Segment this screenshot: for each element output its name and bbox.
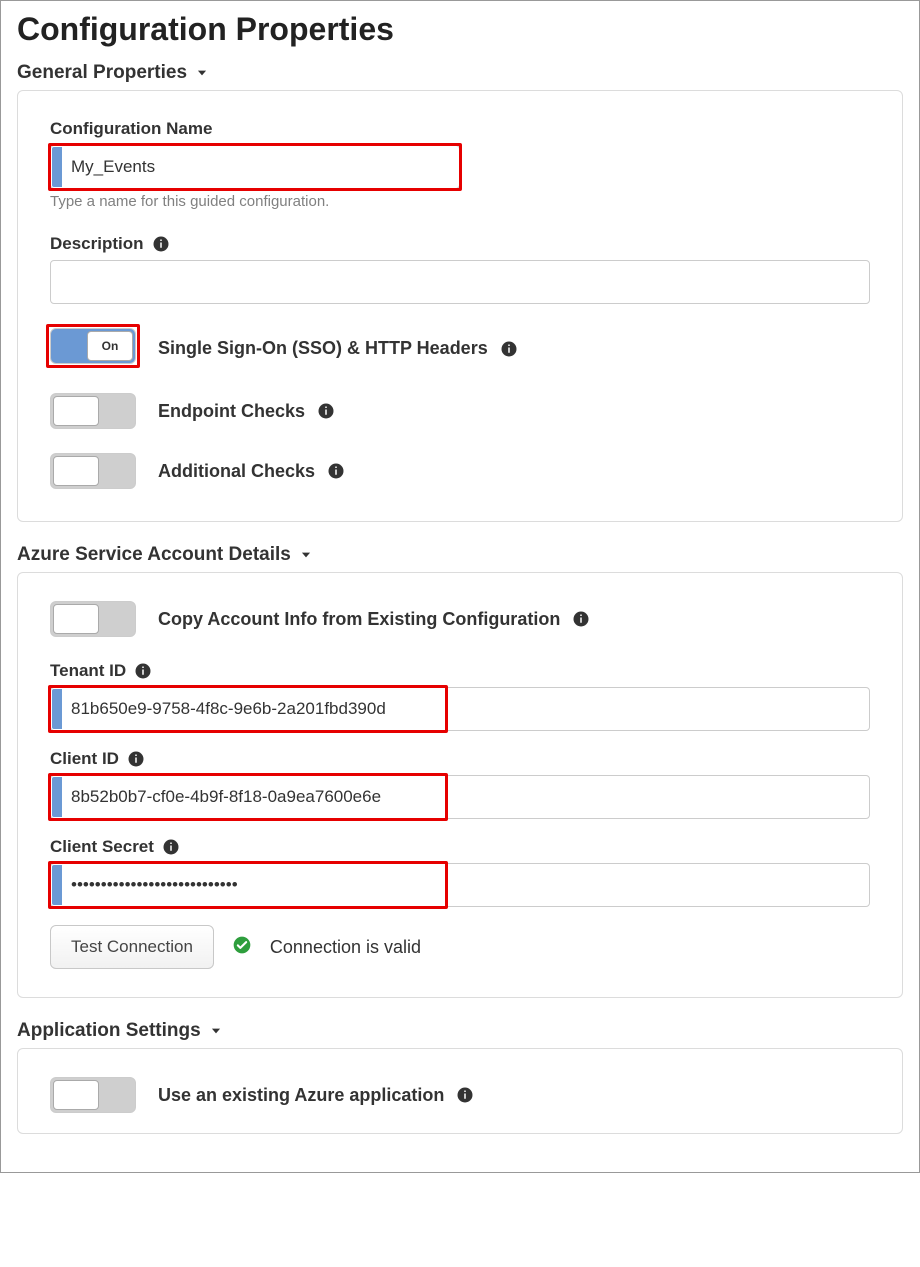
client-secret-label: Client Secret	[50, 837, 154, 857]
test-connection-button[interactable]: Test Connection	[50, 925, 214, 969]
config-name-input[interactable]	[50, 145, 460, 189]
additional-toggle[interactable]	[50, 453, 136, 489]
section-header-app-label: Application Settings	[17, 1020, 201, 1042]
toggle-knob	[53, 456, 99, 486]
description-label-text: Description	[50, 234, 144, 254]
sso-label: Single Sign-On (SSO) & HTTP Headers	[158, 338, 488, 359]
section-header-general[interactable]: General Properties	[17, 62, 903, 84]
section-header-azure[interactable]: Azure Service Account Details	[17, 544, 903, 566]
endpoint-label: Endpoint Checks	[158, 401, 305, 422]
info-icon[interactable]	[317, 402, 335, 420]
page-title: Configuration Properties	[17, 11, 903, 48]
info-icon[interactable]	[134, 662, 152, 680]
info-icon[interactable]	[162, 838, 180, 856]
chevron-down-icon	[299, 548, 313, 562]
use-existing-label: Use an existing Azure application	[158, 1085, 444, 1106]
client-id-label: Client ID	[50, 749, 119, 769]
chevron-down-icon	[195, 66, 209, 80]
copy-account-toggle[interactable]	[50, 601, 136, 637]
info-icon[interactable]	[572, 610, 590, 628]
toggle-knob: On	[87, 331, 133, 361]
toggle-knob	[53, 1080, 99, 1110]
additional-label: Additional Checks	[158, 461, 315, 482]
toggle-knob	[53, 396, 99, 426]
config-name-help: Type a name for this guided configuratio…	[50, 193, 870, 210]
use-existing-toggle[interactable]	[50, 1077, 136, 1113]
client-secret-input[interactable]	[50, 863, 870, 907]
copy-account-label: Copy Account Info from Existing Configur…	[158, 609, 560, 630]
section-header-app[interactable]: Application Settings	[17, 1020, 903, 1042]
endpoint-toggle[interactable]	[50, 393, 136, 429]
panel-general: Configuration Name Type a name for this …	[17, 90, 903, 522]
info-icon[interactable]	[127, 750, 145, 768]
check-circle-icon	[232, 935, 252, 960]
description-input[interactable]	[50, 260, 870, 304]
chevron-down-icon	[209, 1024, 223, 1038]
tenant-id-label: Tenant ID	[50, 661, 126, 681]
sso-toggle[interactable]: On	[50, 328, 136, 364]
panel-app: Use an existing Azure application	[17, 1048, 903, 1134]
panel-azure: Copy Account Info from Existing Configur…	[17, 572, 903, 998]
info-icon[interactable]	[456, 1086, 474, 1104]
toggle-knob	[53, 604, 99, 634]
description-label: Description	[50, 234, 870, 254]
info-icon[interactable]	[152, 235, 170, 253]
config-name-label: Configuration Name	[50, 119, 870, 139]
info-icon[interactable]	[327, 462, 345, 480]
tenant-id-input[interactable]	[50, 687, 870, 731]
info-icon[interactable]	[500, 340, 518, 358]
client-id-input[interactable]	[50, 775, 870, 819]
section-header-general-label: General Properties	[17, 62, 187, 84]
section-header-azure-label: Azure Service Account Details	[17, 544, 291, 566]
connection-status-text: Connection is valid	[270, 937, 421, 958]
